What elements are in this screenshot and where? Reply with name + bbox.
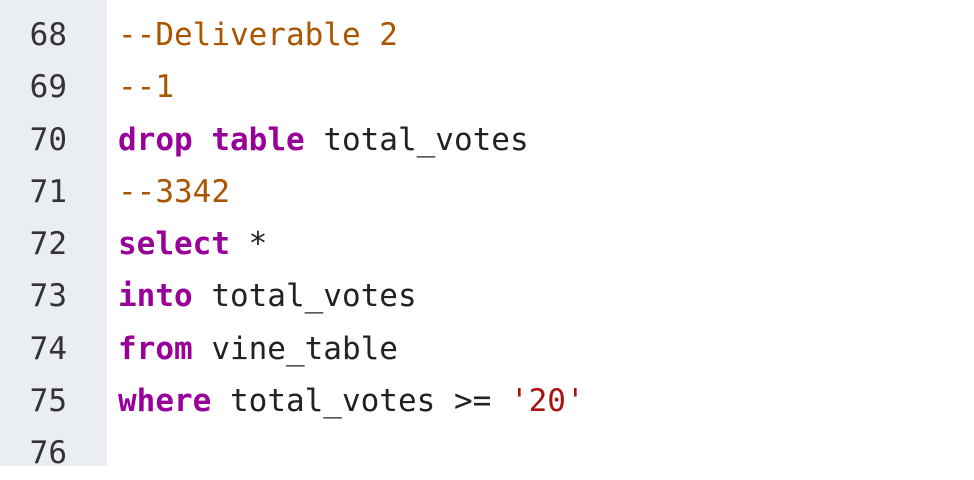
code-line[interactable]: 76: [0, 427, 585, 479]
line-number: 75: [29, 383, 67, 420]
comment: --1: [118, 69, 174, 106]
code-line[interactable]: 70 drop table total_votes: [0, 114, 585, 166]
keyword: into: [118, 278, 193, 315]
line-number: 71: [29, 173, 67, 210]
code-token: total_votes: [304, 121, 529, 158]
line-number: 73: [29, 278, 67, 315]
code-text: from vine_table: [107, 323, 398, 375]
code-line[interactable]: 72 select *: [0, 218, 585, 270]
code-line[interactable]: 73 into total_votes: [0, 270, 585, 322]
line-number: 74: [29, 330, 67, 367]
line-number: 70: [29, 121, 67, 158]
line-number: 72: [29, 226, 67, 263]
code-editor[interactable]: 68 --Deliverable 2 69 --1 70 drop table total…: [0, 9, 585, 480]
code-text: into total_votes: [107, 270, 417, 322]
comment: --3342: [118, 173, 230, 210]
line-number: 68: [29, 17, 67, 53]
string-literal: '20': [509, 383, 585, 420]
line-number: 76: [29, 435, 67, 472]
code-line[interactable]: 75 where total_votes >= '20': [0, 375, 585, 427]
code-line[interactable]: 68 --Deliverable 2: [0, 9, 585, 61]
keyword: from: [118, 330, 193, 367]
code-text: select *: [107, 218, 267, 270]
keyword: table: [211, 121, 305, 158]
code-text: --3342: [107, 166, 230, 218]
keyword: where: [118, 383, 212, 420]
code-line[interactable]: 71 --3342: [0, 166, 585, 218]
code-line[interactable]: 69 --1: [0, 61, 585, 113]
code-text: where total_votes >= '20': [107, 375, 585, 427]
code-text: drop table total_votes: [107, 114, 529, 166]
code-text: --1: [107, 61, 174, 113]
code-token: total_votes >=: [211, 383, 510, 420]
code-text: --Deliverable 2: [107, 9, 398, 61]
code-line[interactable]: 74 from vine_table: [0, 323, 585, 375]
keyword: drop: [118, 121, 193, 158]
line-number: 69: [29, 69, 67, 106]
code-token: vine_table: [192, 330, 398, 367]
comment: --Deliverable 2: [118, 17, 398, 53]
code-token: total_votes: [192, 278, 417, 315]
keyword: select: [118, 226, 230, 263]
code-token: *: [229, 226, 268, 263]
